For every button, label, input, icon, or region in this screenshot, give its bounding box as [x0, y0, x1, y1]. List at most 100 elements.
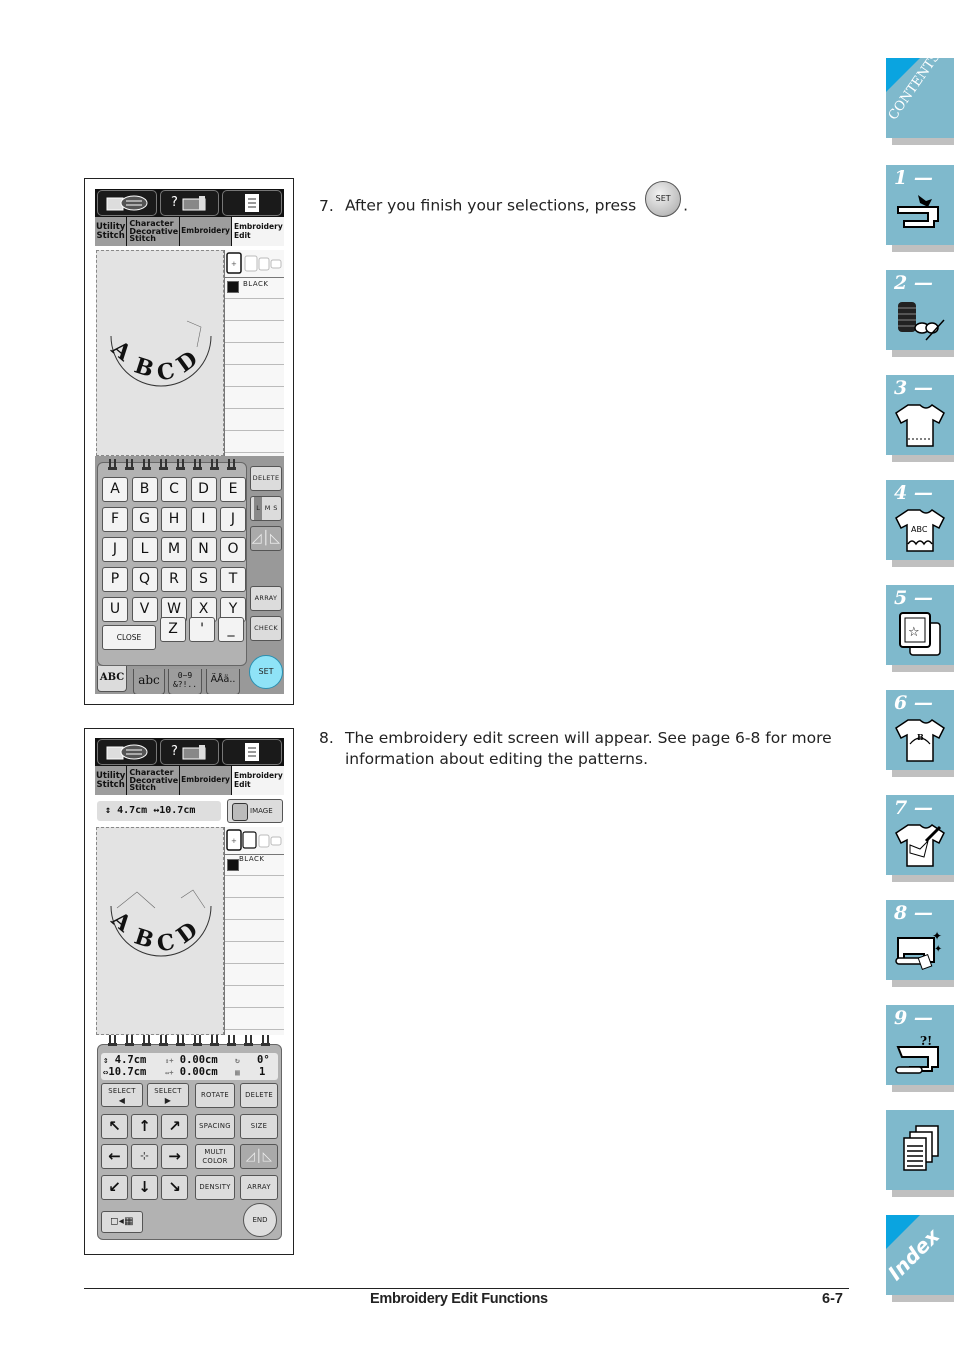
tab-character-decorative-stitch[interactable]: Character Decorative Stitch [127, 766, 181, 795]
screen-character-input: ? Utility Stitch Character Decorative Stitc… [84, 178, 294, 705]
info-height: 4.7cm [114, 1054, 147, 1066]
tab-lowercase[interactable]: abc [133, 669, 165, 694]
key-D[interactable]: D [190, 477, 217, 502]
center-button[interactable]: ⊹ [131, 1144, 158, 1169]
tab-chapter-3[interactable]: 3 — [886, 375, 954, 455]
tab-embroidery[interactable]: Embroidery [180, 217, 232, 246]
key-J[interactable]: J [102, 537, 128, 562]
delete-button[interactable]: DELETE [250, 466, 282, 491]
spacing-button[interactable]: SPACING [195, 1114, 235, 1139]
size-selector[interactable]: L M S [250, 496, 282, 521]
key-E[interactable]: E [220, 477, 246, 502]
move-down-right-button[interactable]: ↘ [161, 1175, 188, 1200]
tab-uppercase[interactable]: ABC [97, 666, 127, 692]
sewing-guide-button[interactable] [97, 190, 157, 216]
multi-color-button[interactable]: MULTI COLOR [195, 1144, 235, 1169]
key-apostrophe[interactable]: ' [189, 617, 215, 642]
move-up-button[interactable]: ↑ [131, 1114, 158, 1139]
document-stack-icon [903, 1125, 939, 1171]
tab-utility-stitch[interactable]: Utility Stitch [95, 766, 128, 795]
tab-chapter-4[interactable]: 4 — ABC [886, 480, 954, 560]
key-J[interactable]: J [220, 507, 246, 532]
tab-index[interactable]: Index [883, 1215, 954, 1295]
key-V[interactable]: V [131, 597, 158, 622]
svg-text:B: B [131, 352, 157, 382]
tab-contents[interactable]: CONTENTS [886, 50, 954, 138]
key-R[interactable]: R [161, 567, 187, 592]
move-up-right-button[interactable]: ↗ [161, 1114, 188, 1139]
tab-embroidery-edit[interactable]: Embroidery Edit [231, 766, 284, 795]
density-button[interactable]: DENSITY [195, 1175, 235, 1200]
key-C[interactable]: C [161, 477, 187, 502]
key-underscore[interactable]: _ [218, 617, 244, 642]
select-next-button[interactable]: SELECT ▶ [147, 1083, 189, 1107]
key-B[interactable]: B [131, 477, 158, 502]
key-T[interactable]: T [220, 567, 246, 592]
settings-button[interactable] [222, 739, 283, 765]
tab-accented[interactable]: ÄÅä.. [206, 669, 240, 694]
tab-chapter-9[interactable]: 9 —?! [886, 1005, 954, 1085]
mirror-button[interactable]: ◿│◺ [250, 526, 282, 551]
tab-chapter-5[interactable]: 5 — ☆ [886, 585, 954, 665]
key-L[interactable]: L [131, 537, 158, 562]
tab-chapter-7[interactable]: 7 — [886, 795, 954, 875]
key-U[interactable]: U [102, 597, 128, 622]
tab-character-decorative-stitch[interactable]: Character Decorative Stitch [127, 217, 181, 246]
size-large[interactable]: L [254, 497, 263, 520]
tab-chapter-6[interactable]: 6 — B [886, 690, 954, 770]
key-M[interactable]: M [161, 537, 187, 562]
mirror-button[interactable]: ◿│◺ [240, 1144, 278, 1169]
svg-text:+: + [231, 837, 237, 845]
svg-text:A: A [106, 335, 137, 367]
key-Q[interactable]: Q [131, 567, 158, 592]
tab-chapter-2[interactable]: 2 — [886, 270, 954, 350]
svg-text:?: ? [171, 195, 178, 210]
check-button[interactable]: CHECK [250, 616, 282, 641]
thread-color-row[interactable]: BLACK [225, 854, 284, 876]
key-H[interactable]: H [161, 507, 187, 532]
key-O[interactable]: O [220, 537, 246, 562]
book-needle-icon [106, 744, 148, 760]
thread-color-row[interactable]: BLACK [225, 277, 284, 299]
add-pattern-button[interactable]: ◻◂▦ [101, 1211, 143, 1233]
troubleshooting-machine-icon: ?! [895, 1034, 939, 1074]
size-medium[interactable]: M [265, 497, 271, 520]
sewing-guide-button[interactable] [97, 739, 157, 765]
embroidered-tshirt-icon: ABC [895, 509, 945, 552]
delete-button[interactable]: DELETE [240, 1083, 278, 1108]
move-up-left-button[interactable]: ↖ [101, 1114, 128, 1139]
tab-appendix[interactable] [886, 1110, 954, 1190]
array-button[interactable]: ARRAY [240, 1175, 278, 1200]
move-down-left-button[interactable]: ↙ [101, 1175, 128, 1200]
help-button[interactable]: ? [159, 739, 220, 765]
key-Z[interactable]: Z [160, 617, 186, 642]
tab-numbers-symbols[interactable]: 0~9 &?!.. [168, 669, 202, 694]
image-button[interactable]: IMAGE [227, 799, 283, 823]
tab-embroidery[interactable]: Embroidery [180, 766, 232, 795]
tab-embroidery-edit[interactable]: Embroidery Edit [231, 217, 284, 246]
key-S[interactable]: S [190, 567, 217, 592]
size-small[interactable]: S [273, 497, 277, 520]
key-G[interactable]: G [131, 507, 158, 532]
select-previous-button[interactable]: SELECT ◀ [101, 1083, 143, 1107]
move-down-button[interactable]: ↓ [131, 1175, 158, 1200]
key-A[interactable]: A [102, 477, 128, 502]
key-I[interactable]: I [190, 507, 217, 532]
set-button[interactable]: SET [249, 655, 283, 689]
help-button[interactable]: ? [159, 190, 220, 216]
key-N[interactable]: N [190, 537, 217, 562]
tab-utility-stitch[interactable]: Utility Stitch [95, 217, 128, 246]
step-text: After you finish your selections, press [345, 196, 637, 215]
size-button[interactable]: SIZE [240, 1114, 278, 1139]
key-F[interactable]: F [102, 507, 128, 532]
settings-button[interactable] [222, 190, 283, 216]
move-left-button[interactable]: ← [101, 1144, 128, 1169]
tab-chapter-8[interactable]: 8 — ✦ ✦ [886, 900, 954, 980]
array-button[interactable]: ARRAY [250, 586, 282, 611]
end-button[interactable]: END [243, 1203, 277, 1237]
move-right-button[interactable]: → [161, 1144, 188, 1169]
tab-chapter-1[interactable]: 1 — [886, 165, 954, 245]
rotate-button[interactable]: ROTATE [195, 1083, 235, 1108]
close-button[interactable]: CLOSE [102, 625, 156, 650]
key-P[interactable]: P [102, 567, 128, 592]
